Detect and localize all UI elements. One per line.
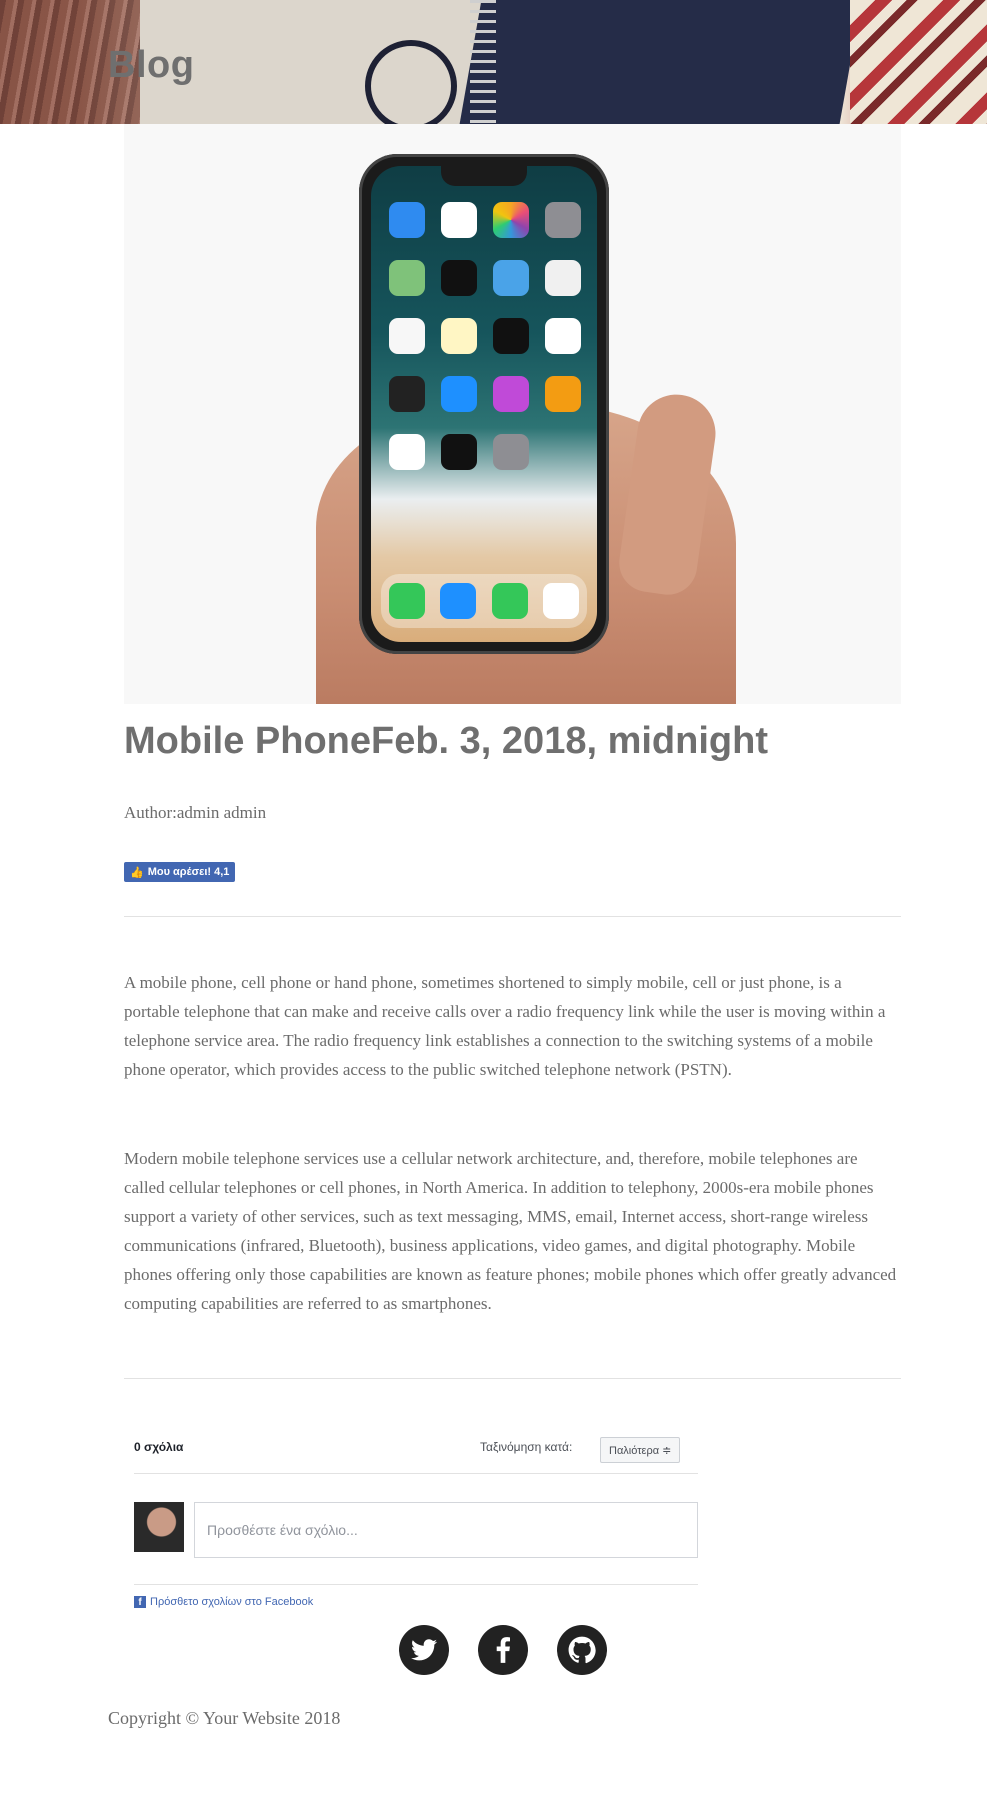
reminders-app-icon [545,318,581,354]
twitter-icon[interactable] [399,1625,449,1675]
app-grid [389,202,581,470]
comments-count: 0 σχόλια [134,1440,184,1454]
footer-copyright: Copyright © Your Website 2018 [108,1708,341,1728]
facebook-comments-plugin-link[interactable]: f Πρόσθετο σχολίων στο Facebook [134,1596,313,1608]
sort-select[interactable]: Παλιότερα ≑ [600,1437,681,1463]
thumbs-up-icon: 👍 [130,866,144,879]
header-notebook [456,0,864,124]
notes-app-icon [441,318,477,354]
smartphone-illustration [359,154,609,654]
mail-app-icon [389,202,425,238]
videos-app-icon [389,376,425,412]
maps-app-icon [389,260,425,296]
stocks-app-icon [493,318,529,354]
divider [124,916,901,917]
music-app-icon [543,583,580,619]
books-app-icon [545,376,581,412]
header-notebook-spiral [470,0,496,124]
clock-app-icon [441,260,477,296]
settings-app-icon [493,434,529,470]
photos-app-icon [493,202,529,238]
calendar-app-icon [441,202,477,238]
header-rug-pattern [850,0,987,124]
post-paragraph: A mobile phone, cell phone or hand phone… [124,973,886,1079]
home-app-icon [389,318,425,354]
phone-screen [371,166,597,642]
itunes-store-icon [493,376,529,412]
news-app-icon [545,260,581,296]
comments-divider [134,1473,698,1474]
plugin-label: Πρόσθετο σχολίων στο Facebook [150,1596,314,1608]
phone-app-icon [388,583,425,619]
camera-app-icon [545,202,581,238]
blog-title[interactable]: Blog [108,44,194,87]
wallet-app-icon [441,434,477,470]
comment-input[interactable]: Προσθέστε ένα σχόλιο... [194,1502,698,1558]
comments-divider [134,1584,698,1585]
messages-app-icon [491,583,528,619]
post-paragraph: Modern mobile telephone services use a c… [124,1149,897,1313]
facebook-icon[interactable] [478,1625,528,1675]
health-app-icon [389,434,425,470]
header-banner: Blog [0,0,987,124]
like-button-label: Μου αρέσει! 4,1 [147,866,230,878]
facebook-small-icon: f [134,1596,146,1608]
phone-dock [381,574,587,628]
sort-label: Ταξινόμηση κατά: [480,1440,573,1454]
post-title: Mobile PhoneFeb. 3, 2018, midnight [124,720,768,762]
post-hero-image [124,124,901,704]
safari-app-icon [440,583,477,619]
avatar [134,1502,184,1552]
divider [124,1378,901,1379]
phone-notch [441,166,527,186]
header-glasses-decoration [365,40,457,124]
github-icon[interactable] [557,1625,607,1675]
app-store-icon [441,376,477,412]
facebook-like-button[interactable]: 👍 Μου αρέσει! 4,1 [124,862,236,882]
post-author: Author:admin admin [124,803,267,822]
weather-app-icon [493,260,529,296]
